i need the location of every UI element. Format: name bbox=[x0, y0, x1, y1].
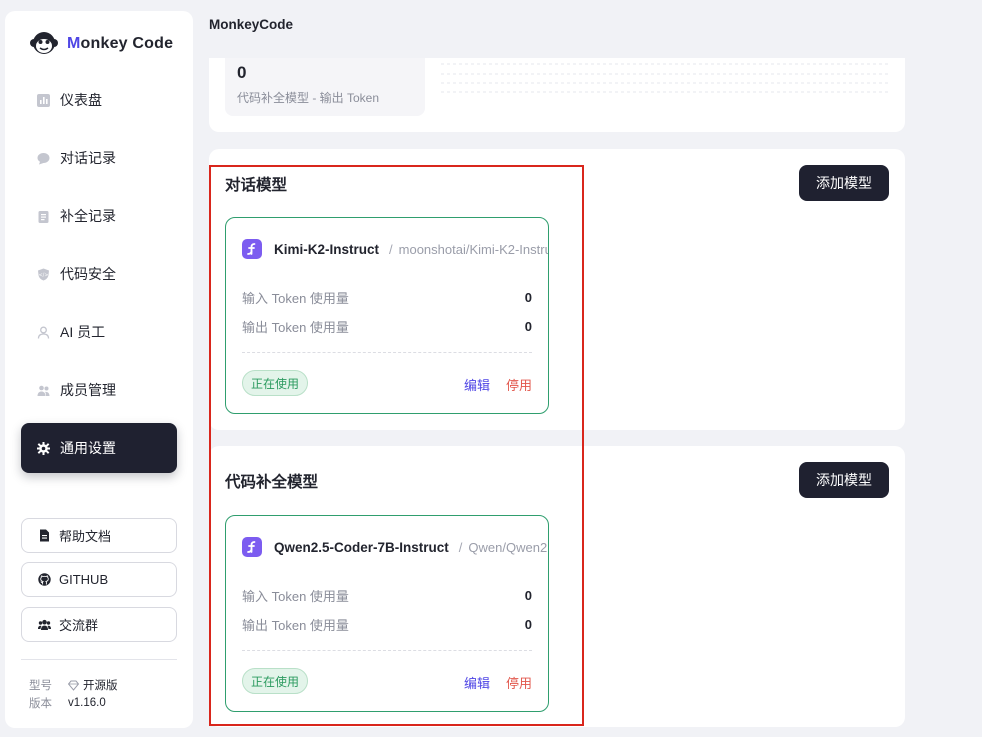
help-docs-label: 帮助文档 bbox=[59, 529, 112, 544]
person-icon bbox=[37, 326, 50, 339]
users-icon bbox=[37, 384, 50, 397]
output-token-row: 输出 Token 使用量 0 bbox=[242, 317, 532, 335]
clipboard-icon bbox=[37, 210, 50, 223]
community-group-button[interactable]: 交流群 bbox=[21, 607, 177, 642]
stat-box: 0 代码补全模型 - 输出 Token bbox=[225, 58, 425, 116]
model-card-header: Kimi-K2-Instruct / moonshotai/Kimi-K2-In… bbox=[242, 238, 548, 260]
monkey-logo-icon bbox=[30, 32, 58, 54]
stat-value: 0 bbox=[237, 63, 247, 82]
main-nav: 仪表盘 对话记录 补全记录 </> 代码安全 AI 员工 成员管理 通用设置 bbox=[21, 75, 177, 481]
model-path-separator: / bbox=[458, 539, 463, 555]
bar-chart-icon bbox=[37, 93, 50, 107]
nav-label: 代码安全 bbox=[60, 266, 116, 282]
disable-model-link[interactable]: 停用 bbox=[506, 375, 532, 394]
token-trend-chart bbox=[441, 63, 889, 102]
shield-icon: </> bbox=[37, 268, 50, 281]
diamond-icon bbox=[68, 680, 79, 691]
edit-model-link[interactable]: 编辑 bbox=[464, 673, 490, 692]
add-chat-model-button[interactable]: 添加模型 bbox=[799, 165, 889, 201]
help-docs-button[interactable]: 帮助文档 bbox=[21, 518, 177, 553]
card-divider bbox=[242, 650, 532, 651]
output-token-label: 输出 Token 使用量 bbox=[242, 617, 349, 633]
token-stats-card: 0 代码补全模型 - 输出 Token bbox=[209, 58, 905, 132]
chat-models-section: 对话模型 添加模型 Kimi-K2-Instruct / moonshotai/… bbox=[209, 149, 905, 430]
nav-label: 通用设置 bbox=[60, 440, 116, 456]
edit-model-link[interactable]: 编辑 bbox=[464, 375, 490, 394]
nav-item-dashboard[interactable]: 仪表盘 bbox=[21, 75, 177, 125]
input-token-row: 输入 Token 使用量 0 bbox=[242, 288, 532, 306]
output-token-row: 输出 Token 使用量 0 bbox=[242, 615, 532, 633]
model-path: Qwen/Qwen2.5-Coder-7B-Instruct bbox=[468, 539, 549, 555]
nav-label: AI 员工 bbox=[60, 324, 106, 340]
page-title: MonkeyCode bbox=[209, 17, 294, 32]
chat-model-card[interactable]: Kimi-K2-Instruct / moonshotai/Kimi-K2-In… bbox=[225, 217, 549, 414]
nav-label: 补全记录 bbox=[60, 208, 116, 224]
nav-item-ai-employee[interactable]: AI 员工 bbox=[21, 307, 177, 357]
output-token-value: 0 bbox=[524, 616, 532, 632]
edition-info: 型号 开源版 bbox=[29, 677, 118, 693]
input-token-value: 0 bbox=[524, 587, 532, 603]
input-token-row: 输入 Token 使用量 0 bbox=[242, 586, 532, 604]
model-provider-icon bbox=[242, 537, 262, 557]
app-logo[interactable]: Monkey Code bbox=[29, 29, 173, 59]
gear-icon bbox=[37, 441, 50, 455]
input-token-value: 0 bbox=[524, 289, 532, 305]
input-token-label: 输入 Token 使用量 bbox=[242, 290, 349, 306]
model-path-separator: / bbox=[389, 241, 393, 257]
model-card-header: Qwen2.5-Coder-7B-Instruct / Qwen/Qwen2.5… bbox=[242, 536, 548, 558]
model-provider-icon bbox=[242, 239, 262, 259]
completion-models-section: 代码补全模型 添加模型 Qwen2.5-Coder-7B-Instruct / … bbox=[209, 446, 905, 727]
model-path: moonshotai/Kimi-K2-Instruct bbox=[398, 241, 549, 257]
logo-text: Monkey Code bbox=[67, 35, 174, 52]
nav-label: 对话记录 bbox=[60, 150, 116, 166]
card-divider bbox=[242, 352, 532, 353]
chat-models-title: 对话模型 bbox=[225, 177, 288, 194]
disable-model-link[interactable]: 停用 bbox=[506, 673, 532, 692]
chat-bubble-icon bbox=[37, 152, 50, 165]
add-completion-model-button[interactable]: 添加模型 bbox=[799, 462, 889, 498]
output-token-value: 0 bbox=[524, 318, 532, 334]
nav-item-code-security[interactable]: </> 代码安全 bbox=[21, 249, 177, 299]
completion-models-title: 代码补全模型 bbox=[225, 474, 319, 491]
github-label: GITHUB bbox=[59, 572, 109, 587]
nav-label: 成员管理 bbox=[60, 382, 116, 398]
output-token-label: 输出 Token 使用量 bbox=[242, 319, 349, 335]
github-button[interactable]: GITHUB bbox=[21, 562, 177, 597]
nav-item-completion-records[interactable]: 补全记录 bbox=[21, 191, 177, 241]
edition-value: 开源版 bbox=[68, 677, 118, 693]
completion-model-card[interactable]: Qwen2.5-Coder-7B-Instruct / Qwen/Qwen2.5… bbox=[225, 515, 549, 712]
nav-item-chat-records[interactable]: 对话记录 bbox=[21, 133, 177, 183]
version-info: 版本 v1.16.0 bbox=[29, 695, 106, 711]
group-icon bbox=[38, 619, 51, 630]
input-token-label: 输入 Token 使用量 bbox=[242, 588, 349, 604]
github-icon bbox=[38, 573, 51, 586]
document-icon bbox=[40, 529, 49, 542]
version-value: v1.16.0 bbox=[68, 697, 106, 709]
sidebar-divider bbox=[21, 659, 177, 660]
status-badge: 正在使用 bbox=[242, 370, 309, 396]
nav-item-general-settings[interactable]: 通用设置 bbox=[21, 423, 177, 473]
svg-text:</>: </> bbox=[38, 272, 48, 278]
community-group-label: 交流群 bbox=[59, 618, 99, 633]
edition-label: 型号 bbox=[29, 680, 52, 692]
version-label: 版本 bbox=[29, 698, 52, 710]
nav-item-member-management[interactable]: 成员管理 bbox=[21, 365, 177, 415]
stat-label: 代码补全模型 - 输出 Token bbox=[237, 91, 380, 105]
nav-label: 仪表盘 bbox=[60, 92, 102, 108]
model-name: Qwen2.5-Coder-7B-Instruct bbox=[274, 539, 449, 555]
status-badge: 正在使用 bbox=[242, 668, 309, 694]
model-name: Kimi-K2-Instruct bbox=[274, 241, 380, 257]
sidebar: Monkey Code 仪表盘 对话记录 补全记录 </> 代码安全 AI 员工… bbox=[5, 11, 193, 728]
